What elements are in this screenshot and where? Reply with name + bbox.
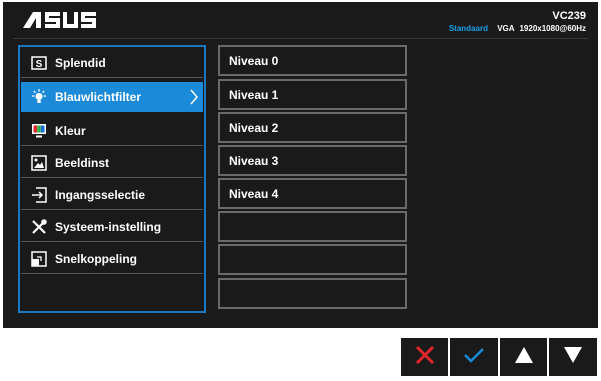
menu-item-label: Splendid [55,55,106,70]
tools-icon [31,218,47,235]
submenu-item-niveau-0[interactable]: Niveau 0 [218,45,407,76]
header-divider [13,38,588,39]
down-triangle-icon [563,346,583,369]
confirm-button[interactable] [450,338,498,376]
submenu-item-empty [218,244,407,275]
refresh-rate: @60Hz [559,24,586,33]
menu-item-systeem-instelling[interactable]: Systeem-instelling [21,212,203,242]
main-menu: S Splendid Blauwlichtfilter Kleur Beeldi… [18,45,206,313]
menu-item-label: Kleur [55,123,86,138]
shortcut-icon [31,250,47,267]
menu-item-label: Blauwlichtfilter [55,90,142,104]
submenu-item-empty [218,278,407,309]
bulb-icon [31,89,47,105]
close-x-icon [414,344,436,371]
menu-item-label: Ingangsselectie [55,187,146,202]
status-line: Standaard VGA 1920x1080@60Hz [449,24,586,33]
down-button[interactable] [549,338,597,376]
svg-text:S: S [36,59,43,70]
menu-item-ingangsselectie[interactable]: Ingangsselectie [21,180,203,210]
osd-panel: VC239 Standaard VGA 1920x1080@60Hz S Spl… [3,2,598,328]
submenu-item-niveau-2[interactable]: Niveau 2 [218,112,407,143]
picture-icon [31,154,47,171]
input-arrow-icon [31,186,47,203]
resolution: 1920x1080 [519,24,560,33]
menu-item-kleur[interactable]: Kleur [21,116,203,146]
submenu-item-niveau-3[interactable]: Niveau 3 [218,145,407,176]
model-name: VC239 [552,10,586,22]
splendid-mode: Standaard [448,24,488,33]
asus-logo [23,10,97,35]
menu-item-label: Beeldinst [55,155,110,170]
color-monitor-icon [31,123,47,139]
up-button[interactable] [500,338,547,376]
close-button[interactable] [401,338,448,376]
menu-item-snelkoppeling[interactable]: Snelkoppeling [21,244,203,274]
menu-item-label: Snelkoppeling [55,251,138,266]
menu-item-splendid[interactable]: S Splendid [21,48,203,78]
submenu-item-niveau-4[interactable]: Niveau 4 [218,178,407,209]
check-icon [462,345,486,370]
menu-item-beeldinst[interactable]: Beeldinst [21,148,203,178]
input-source: VGA [497,24,515,33]
submenu-item-empty [218,211,407,242]
menu-item-label: Systeem-instelling [55,219,162,234]
up-triangle-icon [514,346,534,369]
menu-item-blauwlichtfilter[interactable]: Blauwlichtfilter [21,82,203,112]
chevron-right-icon [189,89,199,108]
splendid-s-icon: S [31,55,47,71]
submenu-item-niveau-1[interactable]: Niveau 1 [218,79,407,110]
